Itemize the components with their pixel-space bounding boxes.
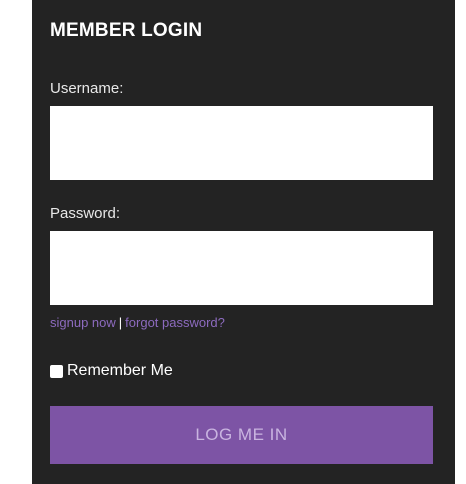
link-separator: | — [118, 315, 123, 330]
password-input[interactable] — [50, 231, 433, 305]
login-title: MEMBER LOGIN — [50, 20, 203, 41]
username-input[interactable] — [50, 106, 433, 180]
forgot-password-link[interactable]: forgot password? — [125, 315, 225, 330]
remember-me-option[interactable]: Remember Me — [50, 362, 173, 380]
account-links: signup now | forgot password? — [50, 315, 225, 330]
log-me-in-button[interactable]: LOG ME IN — [50, 406, 433, 464]
remember-me-label: Remember Me — [67, 362, 173, 379]
password-label: Password: — [50, 205, 121, 222]
username-label: Username: — [50, 80, 124, 97]
remember-me-checkbox[interactable] — [50, 364, 63, 378]
signup-link[interactable]: signup now — [50, 315, 116, 330]
member-login-panel: MEMBER LOGIN Username: Password: signup … — [32, 0, 455, 484]
